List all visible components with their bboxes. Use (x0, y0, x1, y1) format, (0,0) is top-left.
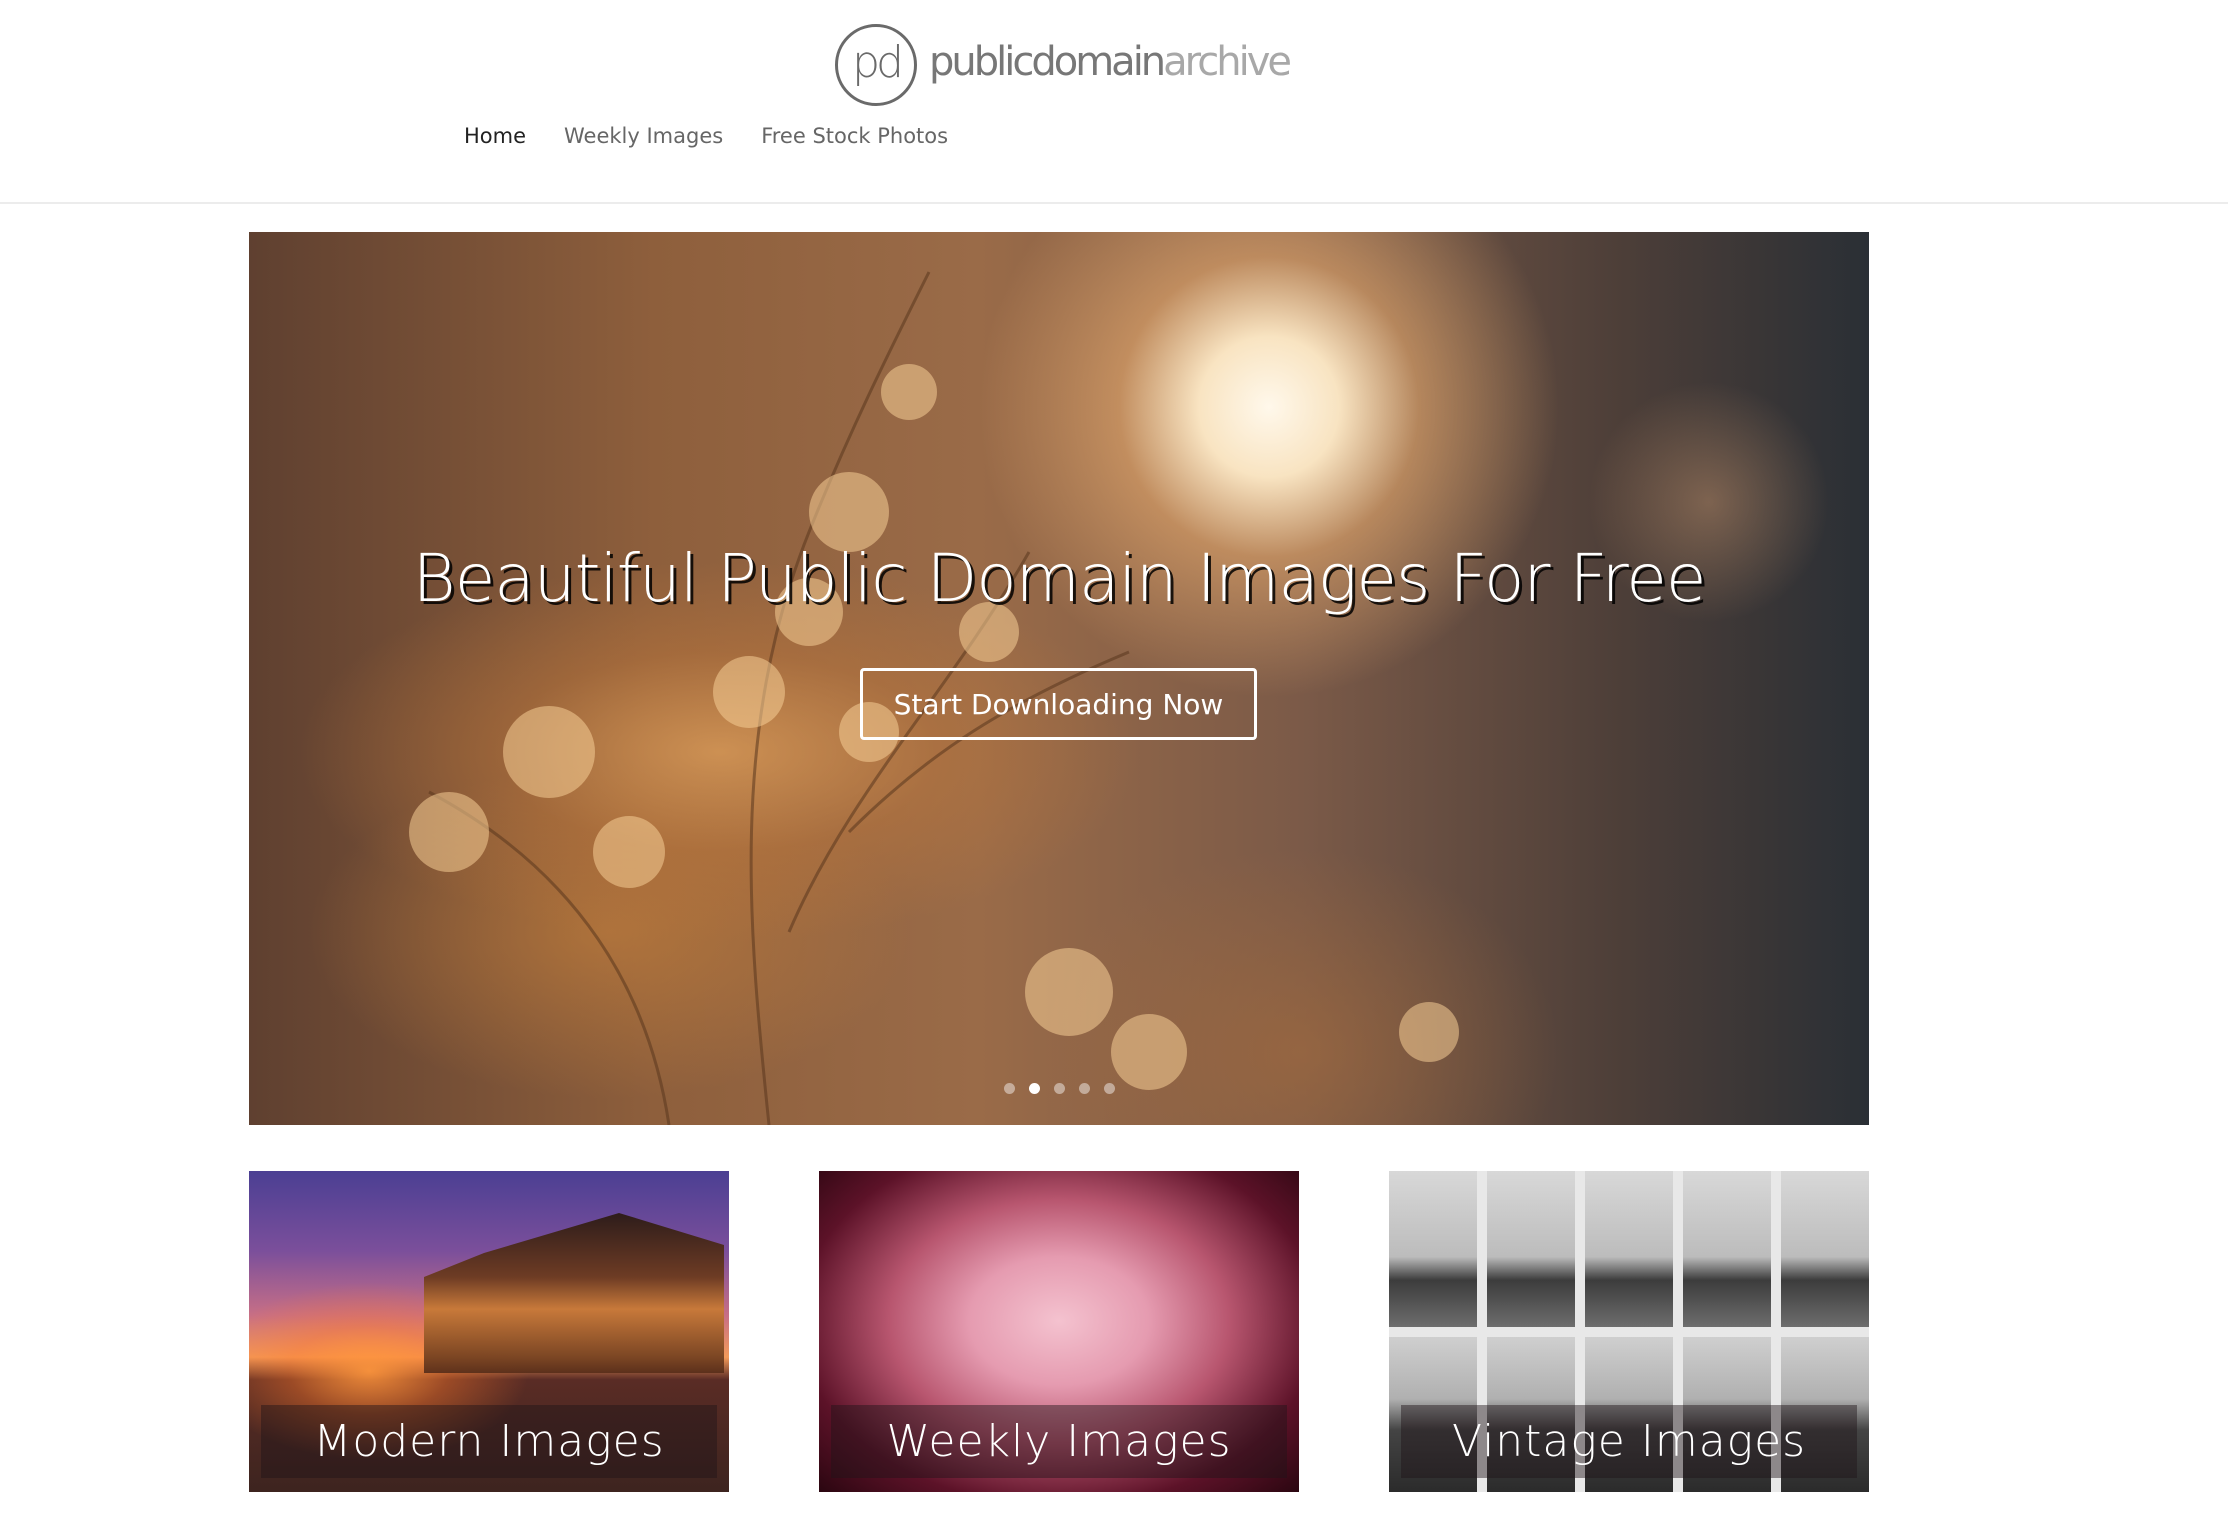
nav-free-stock-photos[interactable]: Free Stock Photos (761, 124, 948, 148)
logo-text-light: archive (1163, 39, 1292, 85)
logo-text-main: publicdomain (929, 39, 1166, 85)
main-nav: Home Weekly Images Free Stock Photos (464, 124, 948, 148)
tile-label: Vintage Images (1401, 1405, 1857, 1478)
logo-mark-text: pd (852, 36, 904, 88)
slide-dot-5[interactable] (1103, 1083, 1115, 1094)
tile-vintage-images[interactable]: Vintage Images (1389, 1171, 1869, 1492)
modern-house-image (424, 1213, 724, 1373)
slide-dot-1[interactable] (1003, 1083, 1015, 1094)
logo-mark-icon: pd (835, 24, 917, 106)
start-downloading-button[interactable]: Start Downloading Now (860, 668, 1257, 740)
tile-label: Weekly Images (831, 1405, 1287, 1478)
slide-dot-3[interactable] (1053, 1083, 1065, 1094)
hero-slider: Beautiful Public Domain Images For Free … (249, 232, 1869, 1125)
slider-pagination (249, 1083, 1869, 1094)
tile-label: Modern Images (261, 1405, 717, 1478)
vintage-photo (1389, 1171, 1477, 1327)
vintage-photo (1683, 1171, 1771, 1327)
site-header: pd publicdomainarchive Home Weekly Image… (0, 0, 2228, 204)
site-logo[interactable]: pd publicdomainarchive (835, 20, 1292, 110)
vintage-photo (1781, 1171, 1869, 1327)
nav-home[interactable]: Home (464, 124, 526, 148)
slide-dot-4[interactable] (1078, 1083, 1090, 1094)
logo-wordmark: publicdomainarchive (929, 39, 1292, 85)
vintage-photo (1585, 1171, 1673, 1327)
slide-dot-2[interactable] (1028, 1083, 1040, 1094)
nav-weekly-images[interactable]: Weekly Images (564, 124, 723, 148)
tile-modern-images[interactable]: Modern Images (249, 1171, 729, 1492)
tile-weekly-images[interactable]: Weekly Images (819, 1171, 1299, 1492)
hero-title: Beautiful Public Domain Images For Free (412, 540, 1706, 617)
vintage-photo (1487, 1171, 1575, 1327)
